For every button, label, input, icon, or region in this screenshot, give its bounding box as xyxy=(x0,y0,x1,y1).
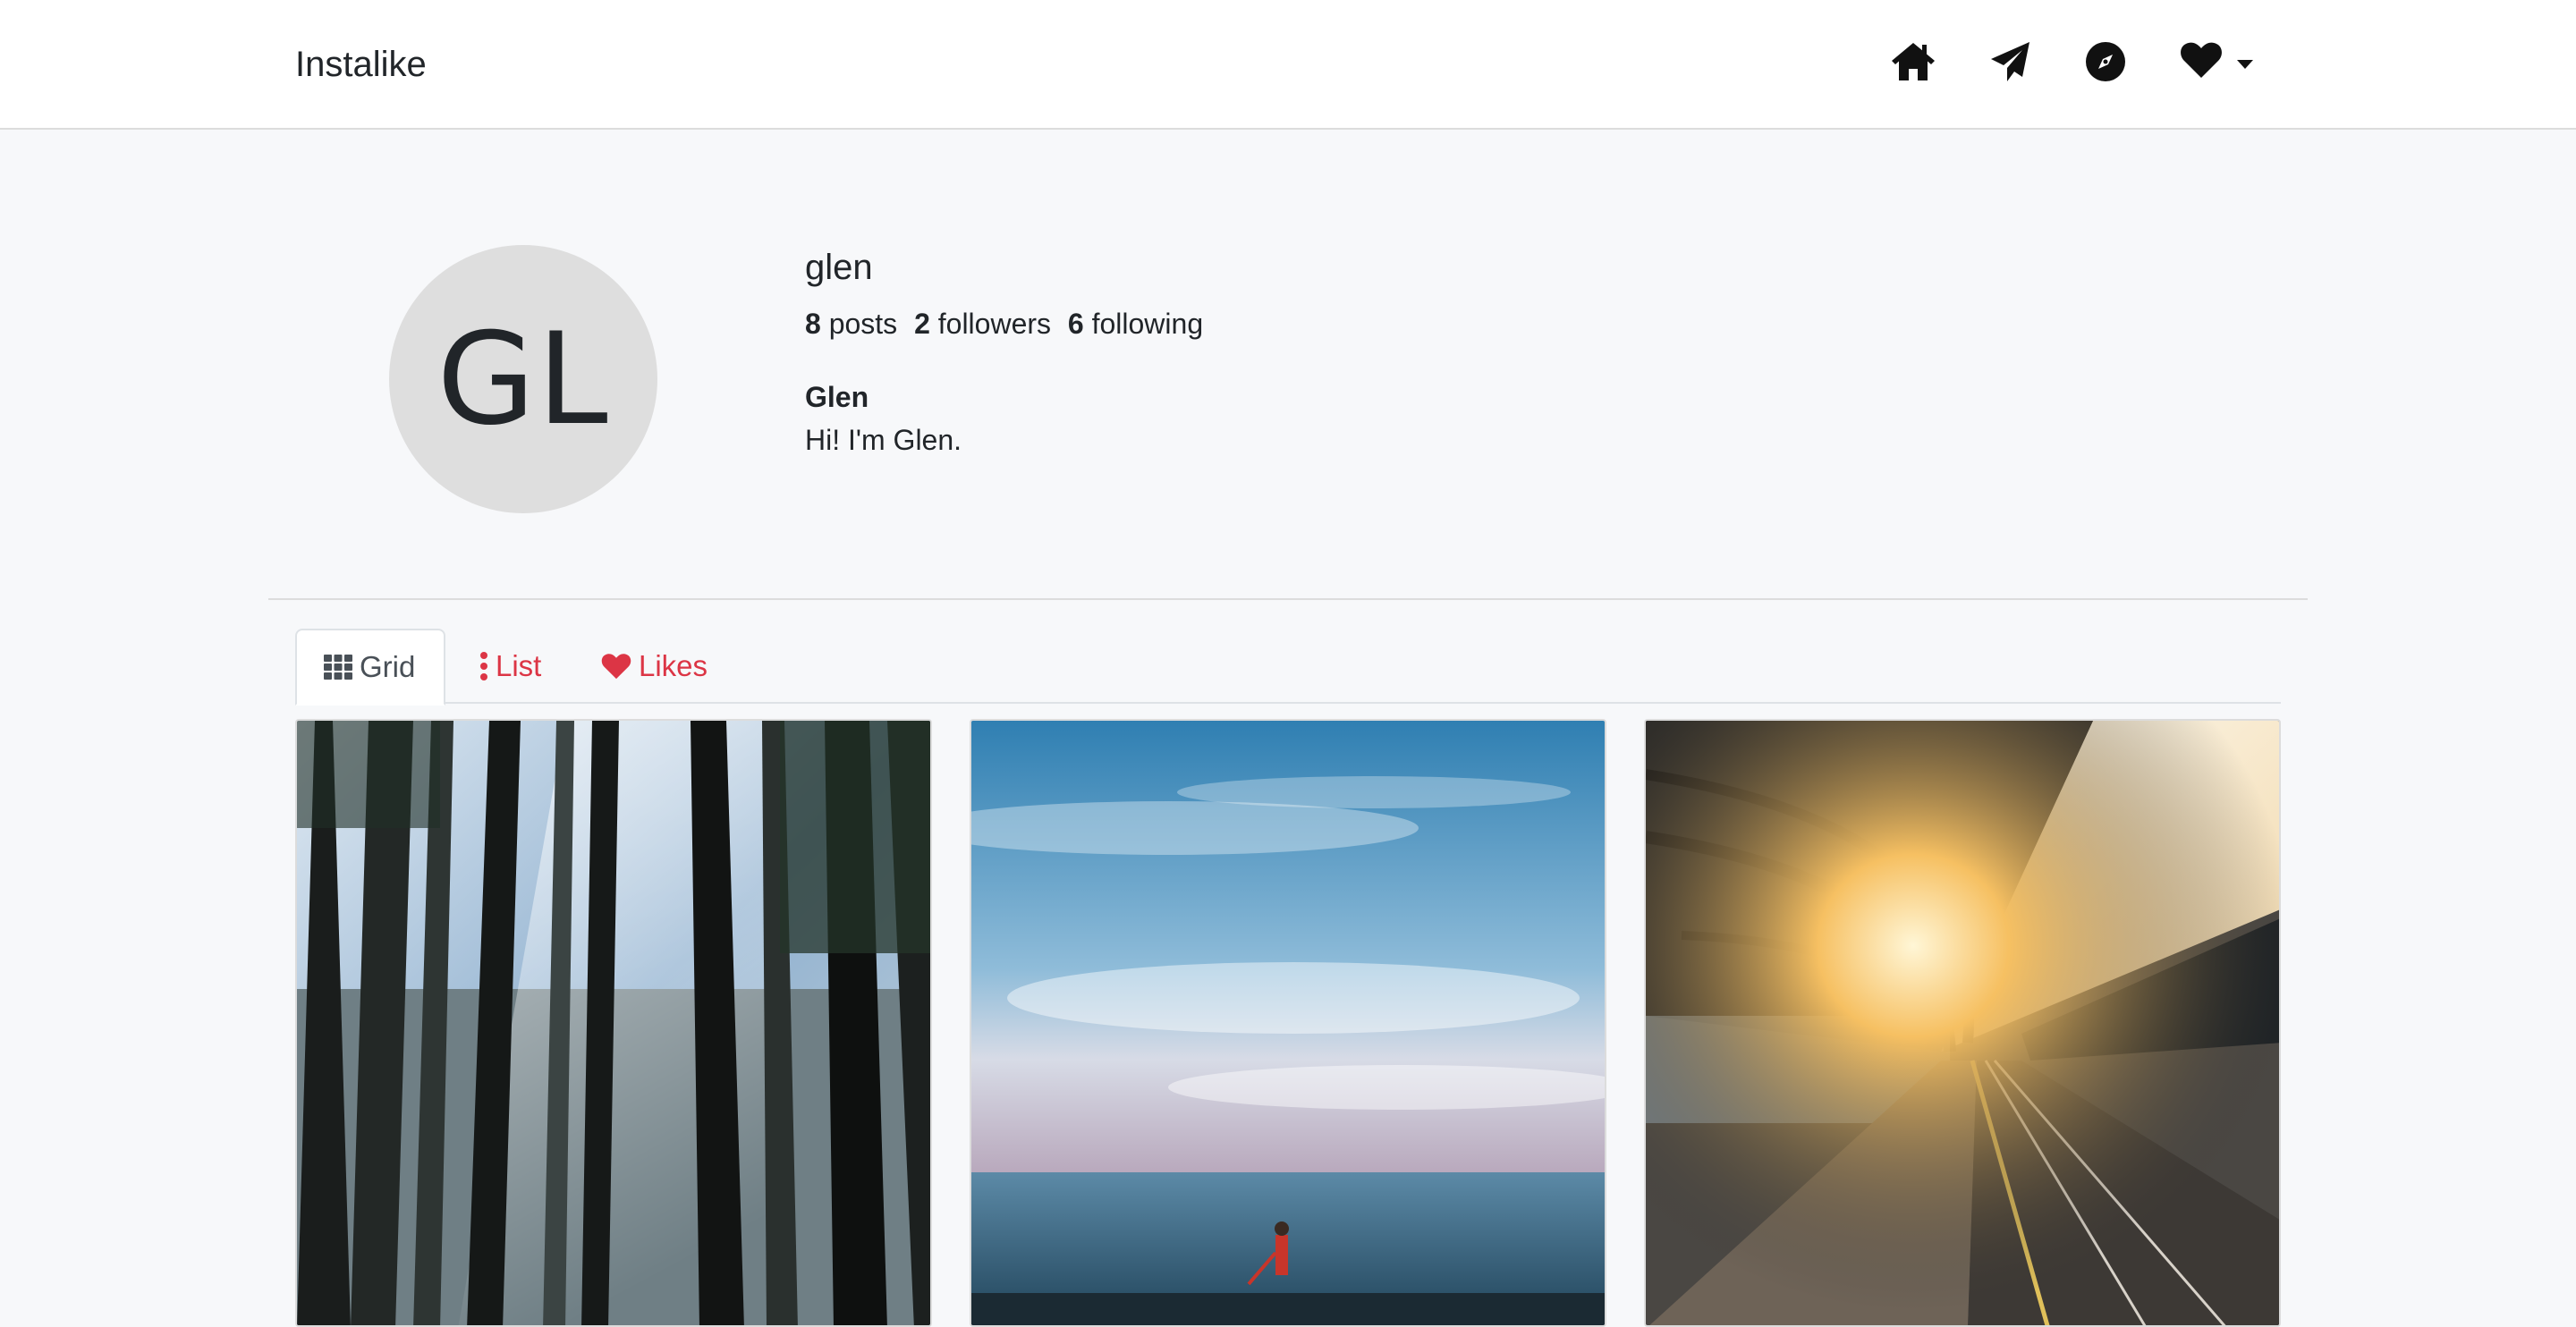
profile-full-name: Glen xyxy=(805,381,869,413)
sea-sky-image xyxy=(971,721,1605,1325)
following-label: following xyxy=(1091,308,1204,340)
divider xyxy=(268,598,2308,600)
compass-icon[interactable] xyxy=(2085,41,2126,82)
profile-bio: Hi! I'm Glen. xyxy=(805,424,962,456)
navbar: Instalike xyxy=(0,0,2576,130)
tab-grid-label: Grid xyxy=(360,650,416,683)
heart-icon[interactable] xyxy=(2180,41,2223,79)
nav-icons xyxy=(0,0,2576,130)
profile-tabs: Grid List Likes xyxy=(295,629,2281,706)
followers-label: followers xyxy=(937,308,1052,340)
posts-label: posts xyxy=(828,308,898,340)
posts-count: 8 xyxy=(805,308,821,340)
following-count: 6 xyxy=(1067,308,1084,340)
heart-icon xyxy=(601,653,631,680)
tab-likes-label: Likes xyxy=(639,649,708,682)
avatar: GL xyxy=(389,245,657,513)
profile-username: glen xyxy=(805,248,873,287)
grid-icon xyxy=(324,655,352,680)
paper-plane-icon[interactable] xyxy=(1990,41,2031,82)
train-station-image xyxy=(1646,721,2279,1325)
tab-likes[interactable]: Likes xyxy=(574,629,734,704)
forest-image xyxy=(297,721,930,1325)
tab-grid[interactable]: Grid xyxy=(295,629,445,706)
posts-stat: 8 posts xyxy=(805,308,897,340)
post-thumbnail-forest[interactable] xyxy=(295,719,932,1327)
ellipsis-vertical-icon xyxy=(479,652,488,680)
profile-stats: 8 posts 2 followers 6 following xyxy=(805,304,1212,343)
following-stat[interactable]: 6 following xyxy=(1068,308,1203,340)
home-icon[interactable] xyxy=(1890,41,1936,82)
post-thumbnail-station[interactable] xyxy=(1644,719,2281,1327)
followers-count: 2 xyxy=(914,308,930,340)
post-thumbnail-sea[interactable] xyxy=(970,719,1606,1327)
caret-down-icon[interactable] xyxy=(2236,59,2254,70)
tab-list[interactable]: List xyxy=(453,629,568,704)
tab-list-label: List xyxy=(496,649,542,682)
followers-stat[interactable]: 2 followers xyxy=(914,308,1051,340)
